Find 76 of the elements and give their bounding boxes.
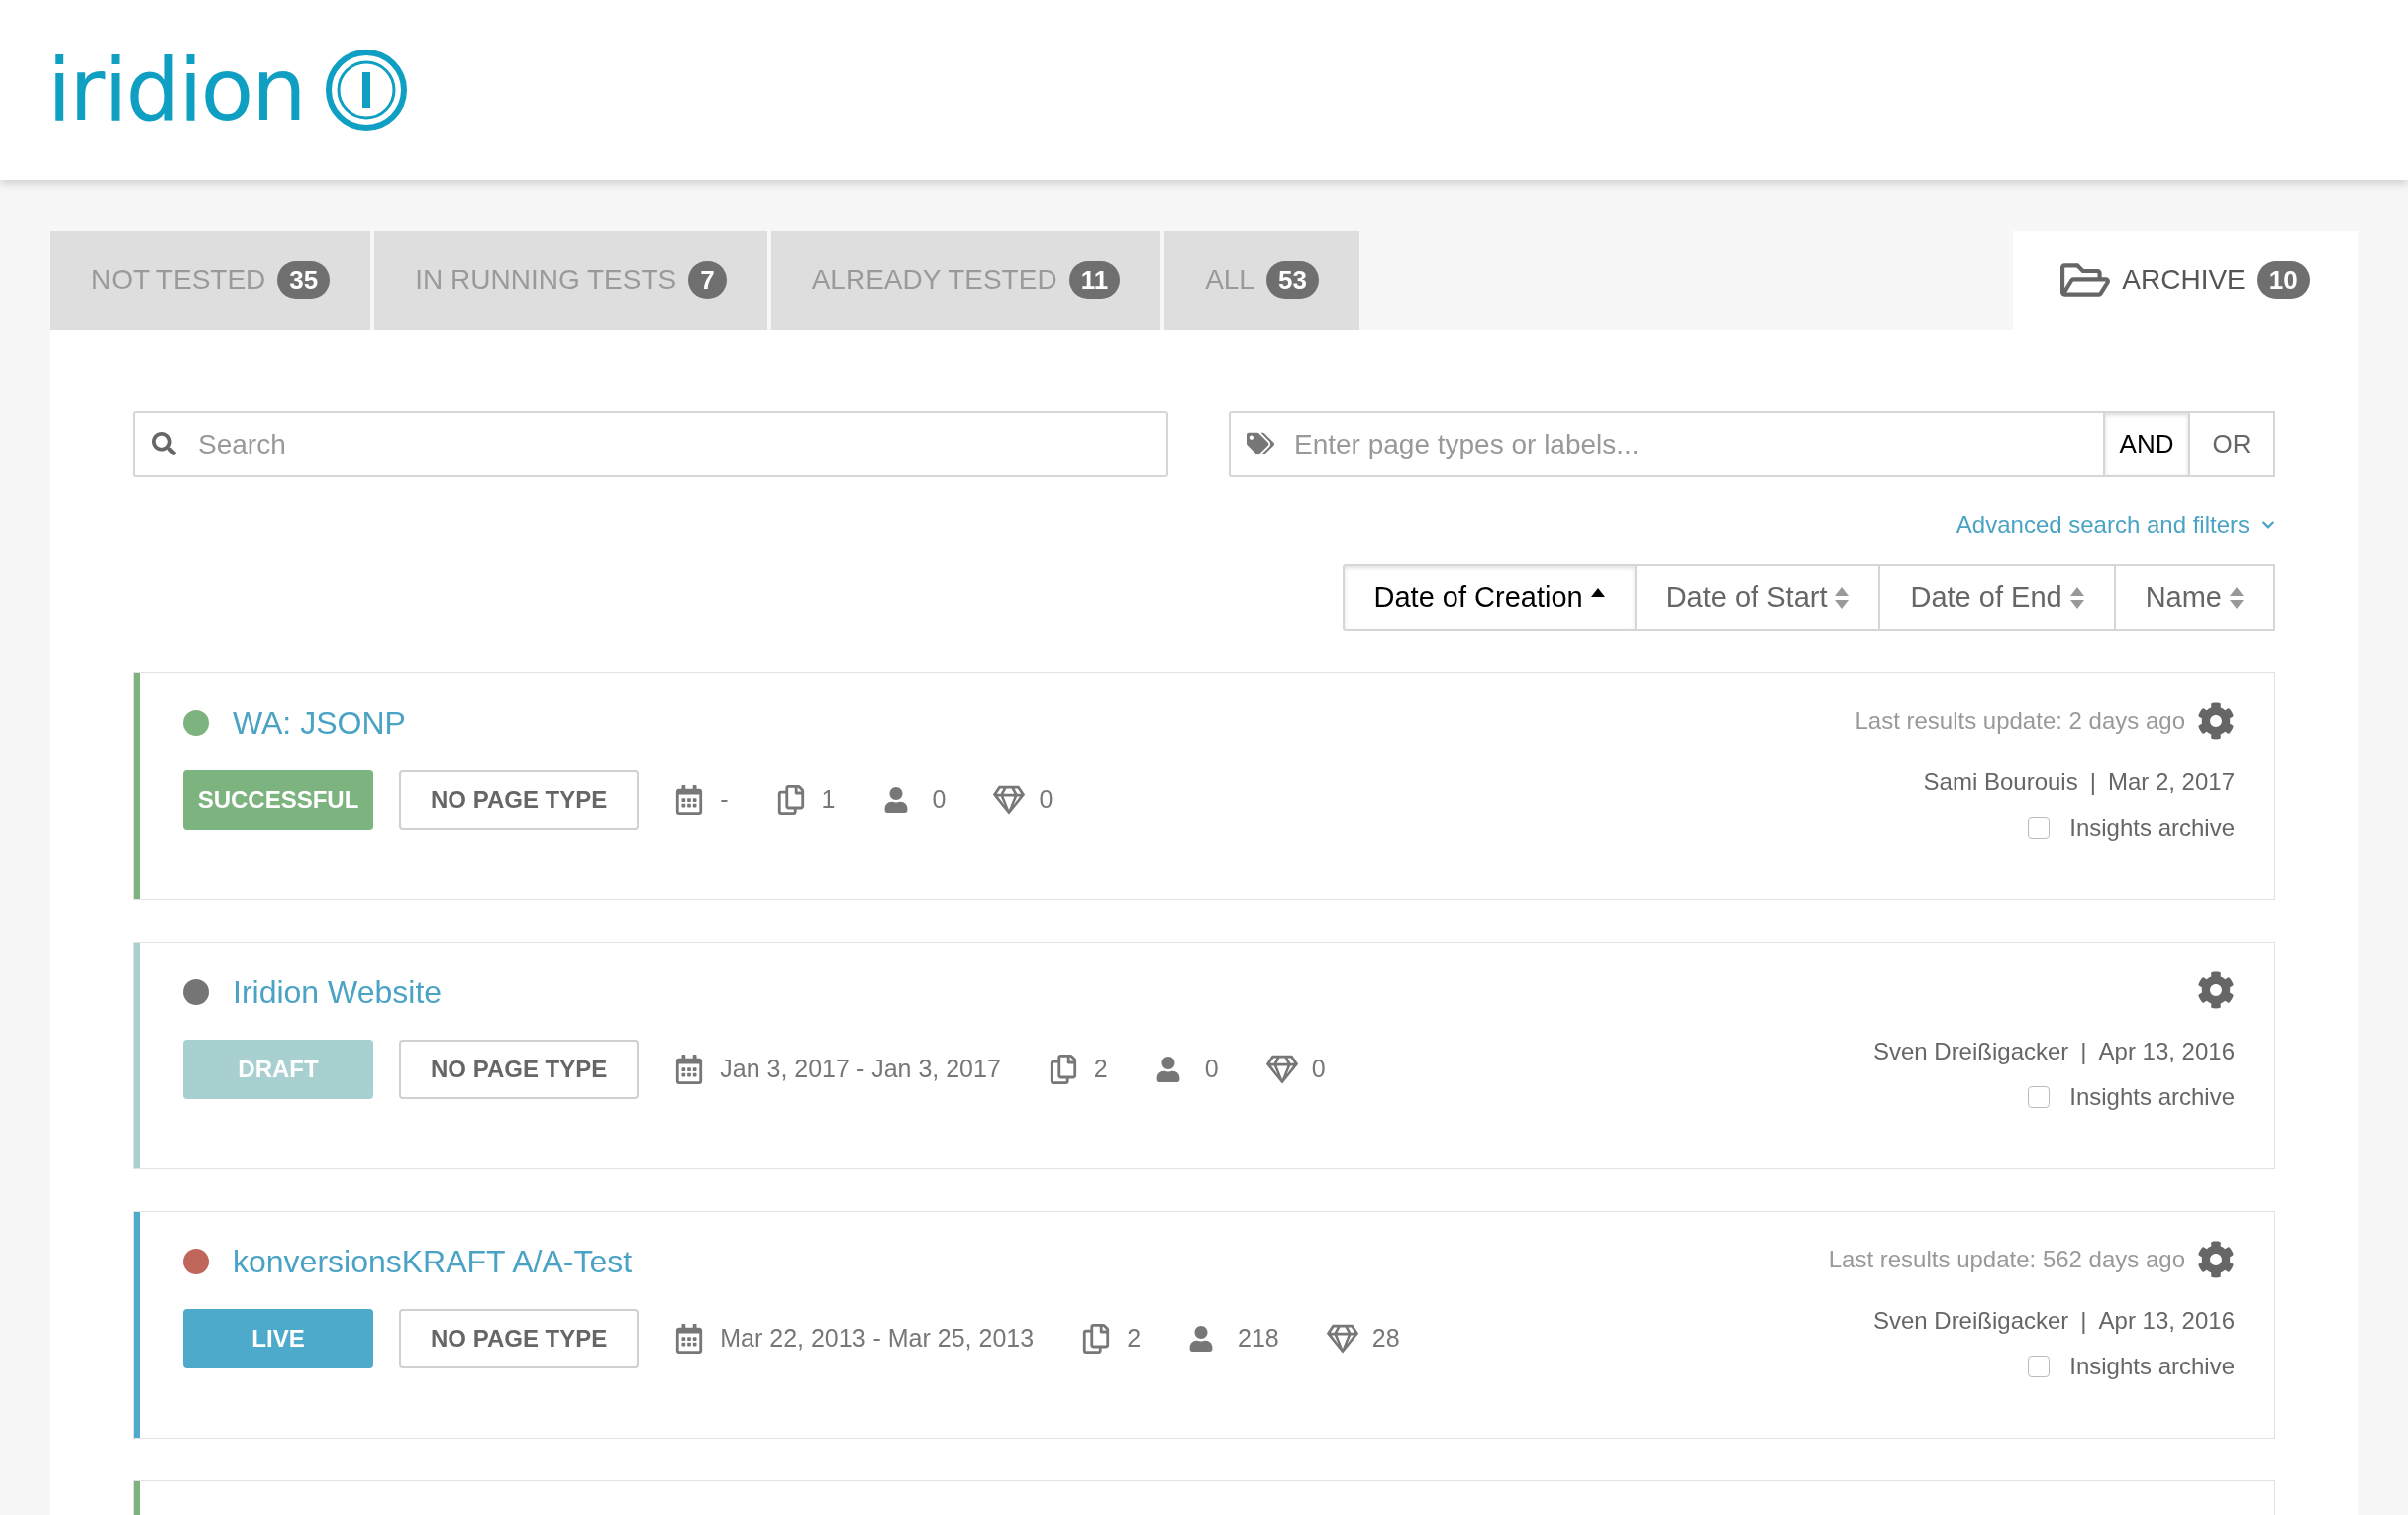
settings-icon[interactable] [2197,1241,2235,1278]
goals-count: 28 [1371,1323,1400,1355]
archive-checkbox[interactable] [2028,1356,2051,1377]
last-update-text: Last results update: 562 days ago [1828,1245,2185,1274]
diamond-icon [1265,1054,1298,1085]
operator-toggle[interactable]: AND [2105,411,2190,477]
created-date: Apr 13, 2016 [2098,1037,2235,1066]
page-type-button[interactable]: NO PAGE TYPE [399,770,640,830]
visitors-count: 0 [1204,1054,1219,1085]
variants-count: 2 [1093,1054,1108,1085]
separator-text: | [2080,1306,2087,1336]
checkbox-label: Insights archive [2069,1082,2235,1112]
separator-text: | [2089,767,2096,797]
visitors-count: 218 [1238,1323,1279,1355]
goals-count: 0 [1039,784,1054,816]
sort-button[interactable]: Date of End [1880,564,2116,631]
goals-count: 0 [1311,1054,1326,1085]
page-type-button[interactable]: NO PAGE TYPE [399,1040,640,1099]
status-label: LIVE [183,1309,373,1368]
diamond-icon [1326,1323,1358,1355]
filter-tab[interactable]: ALL 53 [1164,231,1359,330]
page-type-button[interactable]: NO PAGE TYPE [399,1309,640,1368]
user-icon [1154,1057,1181,1082]
count-badge: 35 [277,261,331,299]
filter-tab[interactable]: ALREADY TESTED 11 [770,231,1161,330]
sort-icon [2069,586,2084,609]
variants-count: 2 [1127,1323,1142,1355]
date-range: Jan 3, 2017 - Jan 3, 2017 [720,1054,1001,1085]
date-range: - [720,784,729,816]
separator-text: | [2080,1037,2087,1066]
visitors-count: 0 [932,784,947,816]
logo-text[interactable]: iridion [48,47,305,134]
filter-tab[interactable]: NOT TESTED 35 [50,231,371,330]
author-name: Sami Bourouis [1923,767,2078,797]
status-label: DRAFT [183,1040,373,1099]
user-icon [1188,1326,1215,1352]
author-name: Sven Dreißigacker [1872,1037,2069,1066]
calendar-icon [674,785,705,815]
operator-toggle[interactable]: OR [2190,411,2275,477]
count-badge: 7 [688,261,727,299]
created-date: Mar 2, 2017 [2107,767,2235,797]
sort-icon [2230,586,2244,609]
archive-checkbox[interactable] [2028,1086,2051,1108]
user-icon [882,787,909,813]
variants-count: 1 [821,784,836,816]
filter-tab[interactable]: IN RUNNING TESTS 7 [374,231,767,330]
archive-tab[interactable]: ARCHIVE 10 [2013,231,2358,330]
count-badge: 11 [1068,261,1121,299]
count-badge: 10 [2257,261,2310,299]
copies-icon [775,785,806,815]
sort-button[interactable]: Date of Start [1636,564,1881,631]
power-logo-icon [324,49,408,132]
search-icon [152,432,176,455]
tags-icon [1247,430,1274,457]
created-date: Apr 13, 2016 [2098,1306,2235,1336]
sort-ascending-icon [1590,588,1605,597]
sort-button[interactable]: Name [2115,564,2275,631]
checkbox-label: Insights archive [2069,1352,2235,1381]
status-label: SUCCESSFUL [183,770,373,830]
copies-icon [1081,1324,1112,1354]
date-range: Mar 22, 2013 - Mar 25, 2013 [720,1323,1035,1355]
settings-icon[interactable] [2197,971,2235,1009]
archive-checkbox[interactable] [2028,817,2051,839]
settings-icon[interactable] [2197,702,2235,740]
search-field[interactable]: Search [133,411,1168,477]
author-name: Sven Dreißigacker [1872,1306,2069,1336]
copies-icon [1048,1055,1078,1084]
sort-button[interactable]: Date of Creation [1342,564,1637,631]
calendar-icon [674,1055,705,1084]
labels-field[interactable]: Enter page types or labels... [1229,411,2105,477]
sort-icon [1835,586,1850,609]
count-badge: 53 [1265,261,1319,299]
last-update-text: Last results update: 2 days ago [1855,706,2185,736]
calendar-icon [674,1324,705,1354]
checkbox-label: Insights archive [2069,813,2235,843]
diamond-icon [993,784,1026,816]
